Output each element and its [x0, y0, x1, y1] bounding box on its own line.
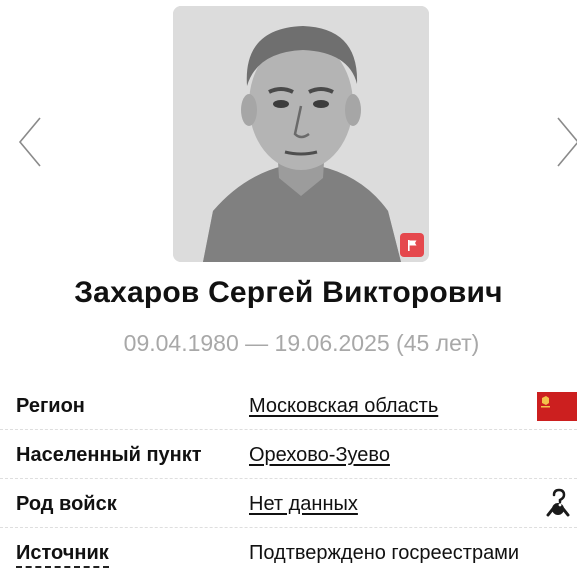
region-link[interactable]: Московская область [249, 395, 438, 418]
memorial-card: Захаров Сергей Викторович 09.04.1980 — 1… [0, 0, 577, 581]
info-row-region: Регион Московская область [0, 381, 577, 430]
portrait-image [173, 6, 429, 262]
info-row-source: Источник Подтверждено госреестрами [0, 528, 577, 577]
person-name: Захаров Сергей Викторович [74, 276, 503, 309]
locality-link[interactable]: Орехово-Зуево [249, 444, 390, 467]
chevron-right-icon [557, 117, 577, 167]
portrait-photo [173, 6, 429, 262]
flag-icon [408, 240, 417, 251]
source-label[interactable]: Источник [16, 542, 109, 568]
info-row-troops: Род войск Нет данных [0, 479, 577, 528]
chevron-left-icon [18, 117, 41, 167]
locality-label: Населенный пункт [16, 444, 202, 466]
region-label: Регион [16, 395, 85, 417]
info-table: Регион Московская область Населенный пун… [0, 381, 577, 577]
unknown-troops-icon [542, 487, 574, 519]
moscow-oblast-flag-icon [537, 392, 577, 421]
troops-label: Род войск [16, 493, 117, 515]
troops-link[interactable]: Нет данных [249, 493, 358, 516]
life-dates: 09.04.1980 — 19.06.2025 (45 лет) [123, 330, 480, 356]
report-flag-button[interactable] [400, 233, 424, 257]
source-value: Подтверждено госреестрами [249, 542, 520, 564]
info-row-locality: Населенный пункт Орехово-Зуево [0, 430, 577, 479]
next-arrow-button[interactable] [554, 116, 577, 168]
prev-arrow-button[interactable] [16, 116, 44, 168]
